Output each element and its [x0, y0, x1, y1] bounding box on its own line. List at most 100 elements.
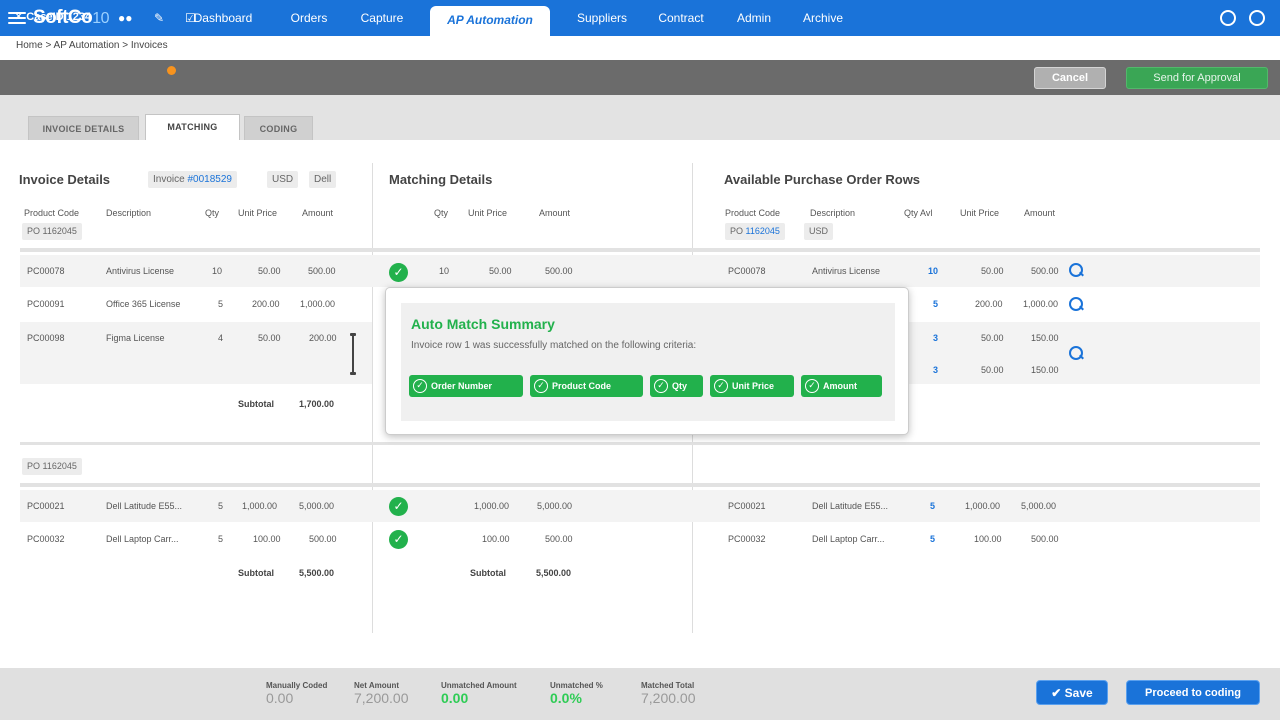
cell: Antivirus License	[106, 266, 175, 276]
cell: Dell Laptop Carr...	[812, 534, 885, 544]
cell: PC00078	[728, 266, 766, 276]
cell: 200.00	[252, 299, 280, 309]
cell: 150.00	[1031, 333, 1059, 343]
nav-dashboard[interactable]: Dashboard	[185, 0, 261, 36]
nav-suppliers[interactable]: Suppliers	[566, 0, 638, 36]
notification-badge	[167, 66, 176, 75]
row-background	[20, 490, 1260, 522]
subtotal-value: 5,500.00	[536, 568, 572, 578]
tab-coding[interactable]: CODING	[244, 116, 313, 140]
po-label: PO 1162045	[22, 458, 82, 475]
cell: Dell Latitude E55...	[812, 501, 889, 511]
tag-icon[interactable]: ✎	[154, 11, 164, 25]
magnifier-icon[interactable]	[1069, 263, 1084, 278]
message-icon[interactable]: ☑	[185, 11, 196, 25]
invoice-details-title: Invoice Details	[19, 172, 111, 187]
nav-contract[interactable]: Contract	[648, 0, 714, 36]
magnifier-icon[interactable]	[1069, 297, 1084, 312]
cell: PC00078	[27, 266, 65, 276]
cell: 500.00	[1031, 534, 1059, 544]
po-col-amount: Amount	[1024, 208, 1056, 218]
cell: 50.00	[981, 333, 1004, 343]
subtotal-label: Subtotal	[470, 568, 506, 578]
criteria-unit-price: ✓ Unit Price	[710, 375, 794, 397]
cell: 50.00	[981, 266, 1004, 276]
cell: 5,000.00	[537, 501, 573, 511]
cell: 500.00	[545, 266, 573, 276]
cell[interactable]: 3	[933, 333, 938, 343]
popup-title: Auto Match Summary	[411, 316, 555, 332]
nav-archive[interactable]: Archive	[794, 0, 852, 36]
cell: 50.00	[981, 365, 1004, 375]
case-id: ✕ CaseID 1234	[14, 11, 92, 23]
auto-match-summary-popup[interactable]: Auto Match Summary Invoice row 1 was suc…	[385, 287, 909, 435]
cell: 200.00	[309, 333, 337, 343]
cell: 150.00	[1031, 365, 1059, 375]
invoice-number-pill[interactable]: Invoice #0018529	[148, 171, 237, 188]
cell[interactable]: 5	[933, 299, 938, 309]
tab-matching[interactable]: MATCHING	[145, 114, 240, 140]
nav-orders[interactable]: Orders	[278, 0, 340, 36]
check-icon[interactable]: ✓	[389, 530, 408, 549]
po-col-description: Description	[810, 208, 856, 218]
matching-details-title: Matching Details	[389, 172, 493, 187]
save-button[interactable]: ✔ Save	[1036, 680, 1108, 705]
po-currency-pill: USD	[804, 223, 834, 240]
po-col-unit-price: Unit Price	[960, 208, 1000, 218]
close-icon[interactable]: ✕	[14, 11, 26, 23]
resize-handle[interactable]	[350, 333, 356, 375]
cell: PC00021	[27, 501, 65, 511]
cell: PC00021	[728, 501, 766, 511]
check-icon[interactable]: ✓	[389, 263, 408, 282]
col-amount: Amount	[302, 208, 334, 218]
cell: 500.00	[545, 534, 573, 544]
cell[interactable]: 5	[930, 534, 935, 544]
cancel-button[interactable]: Cancel	[1034, 67, 1106, 89]
group-separator	[20, 483, 1260, 487]
cell: 1,000.00	[474, 501, 510, 511]
check-icon[interactable]: ✓	[389, 497, 408, 516]
breadcrumb[interactable]: Home > AP Automation > Invoices	[16, 40, 168, 51]
globe-icon[interactable]	[1220, 10, 1236, 26]
subtotal-value: 5,500.00	[299, 568, 335, 578]
send-for-approval-button[interactable]: Send for Approval	[1126, 67, 1268, 89]
cell[interactable]: 3	[933, 365, 938, 375]
cell[interactable]: 5	[930, 501, 935, 511]
cell: 1,000.00	[300, 299, 336, 309]
col-description: Description	[106, 208, 152, 218]
proceed-to-coding-button[interactable]: Proceed to coding	[1126, 680, 1260, 705]
summary-value: 0.00	[441, 690, 469, 706]
cell: 50.00	[489, 266, 512, 276]
cell: 500.00	[1031, 266, 1059, 276]
cell: 5,000.00	[1021, 501, 1057, 511]
cell: 1,000.00	[242, 501, 278, 511]
check-icon: ✓	[413, 379, 427, 393]
check-icon: ✓	[714, 379, 728, 393]
magnifier-icon[interactable]	[1069, 346, 1084, 361]
subtotal-label: Subtotal	[238, 399, 274, 409]
binoculars-icon[interactable]: ●●	[118, 11, 133, 25]
cell: 200.00	[975, 299, 1003, 309]
cell: 100.00	[974, 534, 1002, 544]
check-icon: ✓	[805, 379, 819, 393]
cell: 100.00	[253, 534, 281, 544]
summary-value: 0.0%	[550, 690, 582, 706]
summary-label: Unmatched Amount	[441, 681, 517, 690]
po-col-qty-avl: Qty Avl	[904, 208, 933, 218]
match-col-unit-price: Unit Price	[468, 208, 508, 218]
nav-admin[interactable]: Admin	[726, 0, 782, 36]
cell[interactable]: 10	[928, 266, 938, 276]
subtotal-value: 1,700.00	[299, 399, 335, 409]
available-po-rows-title: Available Purchase Order Rows	[724, 172, 921, 187]
summary-label: Net Amount	[354, 681, 400, 690]
group-separator	[20, 442, 1260, 445]
cell: Dell Laptop Carr...	[106, 534, 179, 544]
tab-invoice-details[interactable]: INVOICE DETAILS	[28, 116, 139, 140]
po-col-product-code: Product Code	[725, 208, 781, 218]
cell: PC00032	[728, 534, 766, 544]
nav-ap-automation[interactable]: AP Automation	[430, 6, 550, 36]
power-icon[interactable]	[1249, 10, 1265, 26]
nav-capture[interactable]: Capture	[350, 0, 414, 36]
po-number-pill[interactable]: PO 1162045	[725, 223, 785, 240]
cell: 10	[439, 266, 450, 276]
